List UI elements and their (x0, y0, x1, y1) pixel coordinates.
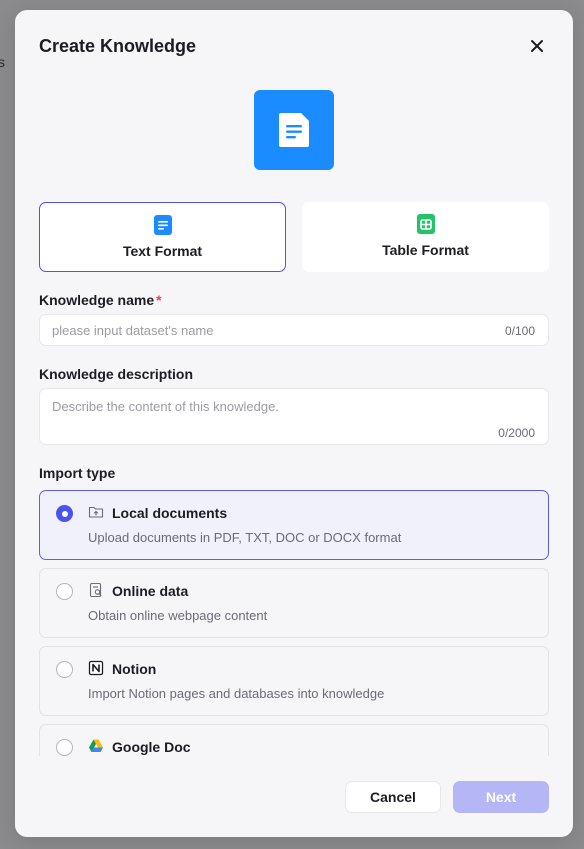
option-title: Google Doc (112, 739, 191, 755)
option-title: Online data (112, 583, 189, 599)
import-options-list[interactable]: Local documents Upload documents in PDF,… (15, 488, 573, 756)
knowledge-name-placeholder: please input dataset's name (52, 323, 214, 338)
next-button[interactable]: Next (453, 781, 549, 813)
dialog-title: Create Knowledge (39, 36, 197, 56)
knowledge-name-label: Knowledge name * (39, 292, 162, 308)
import-option-online-data[interactable]: Online data Obtain online webpage conten… (39, 568, 549, 638)
radio-unselected[interactable] (56, 739, 73, 756)
knowledge-description-counter: 0/2000 (498, 426, 535, 440)
import-option-local-documents[interactable]: Local documents Upload documents in PDF,… (39, 490, 549, 560)
required-mark: * (156, 292, 162, 308)
import-type-label: Import type (39, 465, 116, 481)
text-format-label: Text Format (122, 243, 203, 259)
table-format-label: Table Format (382, 242, 469, 258)
notion-icon (88, 660, 104, 676)
radio-unselected[interactable] (56, 661, 73, 678)
knowledge-name-input[interactable]: please input dataset's name 0/100 (39, 314, 549, 346)
radio-unselected[interactable] (56, 583, 73, 600)
knowledge-description-placeholder: Describe the content of this knowledge. (52, 399, 279, 414)
knowledge-name-counter: 0/100 (504, 324, 535, 338)
option-description: Import Notion pages and databases into k… (88, 686, 385, 701)
table-format-option[interactable]: Table Format (302, 202, 549, 272)
knowledge-description-label: Knowledge description (39, 366, 194, 382)
option-title: Notion (112, 661, 157, 677)
table-icon (416, 214, 436, 234)
close-icon[interactable] (527, 36, 547, 56)
document-icon (254, 90, 334, 170)
cancel-button[interactable]: Cancel (345, 781, 441, 813)
knowledge-description-input[interactable]: Describe the content of this knowledge. … (39, 388, 549, 445)
option-description: Upload documents in PDF, TXT, DOC or DOC… (88, 530, 402, 545)
import-option-notion[interactable]: Notion Import Notion pages and databases… (39, 646, 549, 716)
google-drive-icon (88, 738, 104, 754)
background-text-fragment: s (0, 54, 5, 70)
folder-upload-icon (88, 504, 104, 520)
import-option-google-doc[interactable]: Google Doc (39, 724, 549, 756)
radio-selected[interactable] (56, 505, 73, 522)
text-document-icon (153, 215, 173, 235)
text-format-option[interactable]: Text Format (39, 202, 286, 272)
create-knowledge-dialog: Create Knowledge Text Format Table Forma… (15, 10, 573, 837)
web-page-icon (88, 582, 104, 598)
option-title: Local documents (112, 505, 228, 521)
option-description: Obtain online webpage content (88, 608, 268, 623)
knowledge-name-label-text: Knowledge name (39, 292, 155, 308)
